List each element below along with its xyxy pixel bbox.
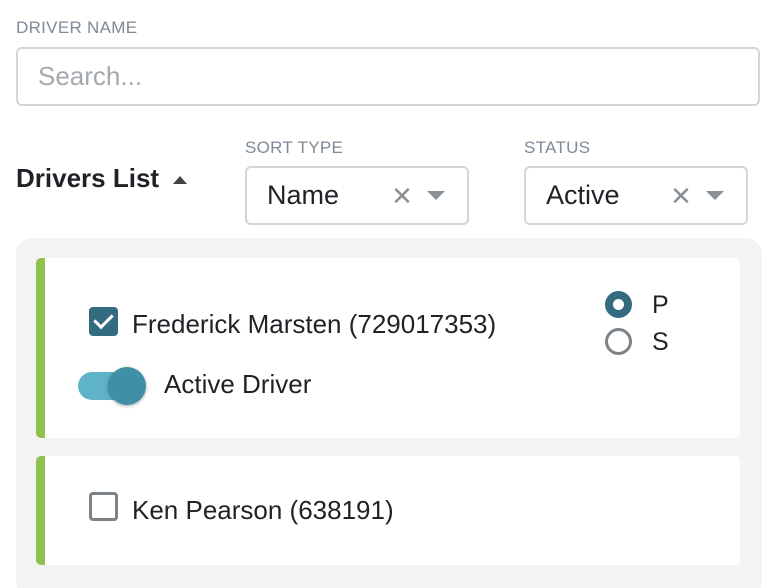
driver-select-checkbox[interactable] — [89, 492, 118, 521]
sort-type-clear-icon[interactable]: ✕ — [389, 183, 415, 209]
sort-type-value: Name — [267, 180, 340, 210]
radio-p[interactable] — [605, 291, 632, 318]
sort-ascending-icon[interactable] — [173, 175, 188, 184]
status-clear-icon[interactable]: ✕ — [668, 183, 694, 209]
sort-type-chevron-down-icon[interactable] — [427, 191, 445, 200]
active-driver-label: Active Driver — [164, 369, 312, 399]
driver-card — [36, 258, 740, 438]
active-driver-toggle[interactable] — [78, 367, 148, 405]
sort-type-label: SORT TYPE — [245, 138, 344, 157]
drivers-list-title: Drivers List — [16, 163, 160, 193]
driver-name: Frederick Marsten (729017353) — [132, 309, 497, 339]
driver-search-input[interactable] — [38, 61, 758, 92]
sort-type-select[interactable]: Name ✕ — [245, 166, 469, 225]
status-value: Active — [546, 180, 620, 210]
radio-p-label: P — [652, 291, 669, 319]
driver-name-label: DRIVER NAME — [16, 18, 138, 37]
driver-select-checkbox[interactable] — [89, 307, 118, 336]
radio-s[interactable] — [605, 328, 632, 355]
status-label: STATUS — [524, 138, 591, 157]
status-select[interactable]: Active ✕ — [524, 166, 748, 225]
radio-s-label: S — [652, 328, 669, 356]
toggle-knob[interactable] — [108, 367, 146, 405]
drivers-list-header[interactable]: Drivers List — [16, 163, 188, 194]
driver-search-box[interactable] — [16, 47, 760, 106]
driver-name: Ken Pearson (638191) — [132, 495, 394, 525]
status-chevron-down-icon[interactable] — [706, 191, 724, 200]
